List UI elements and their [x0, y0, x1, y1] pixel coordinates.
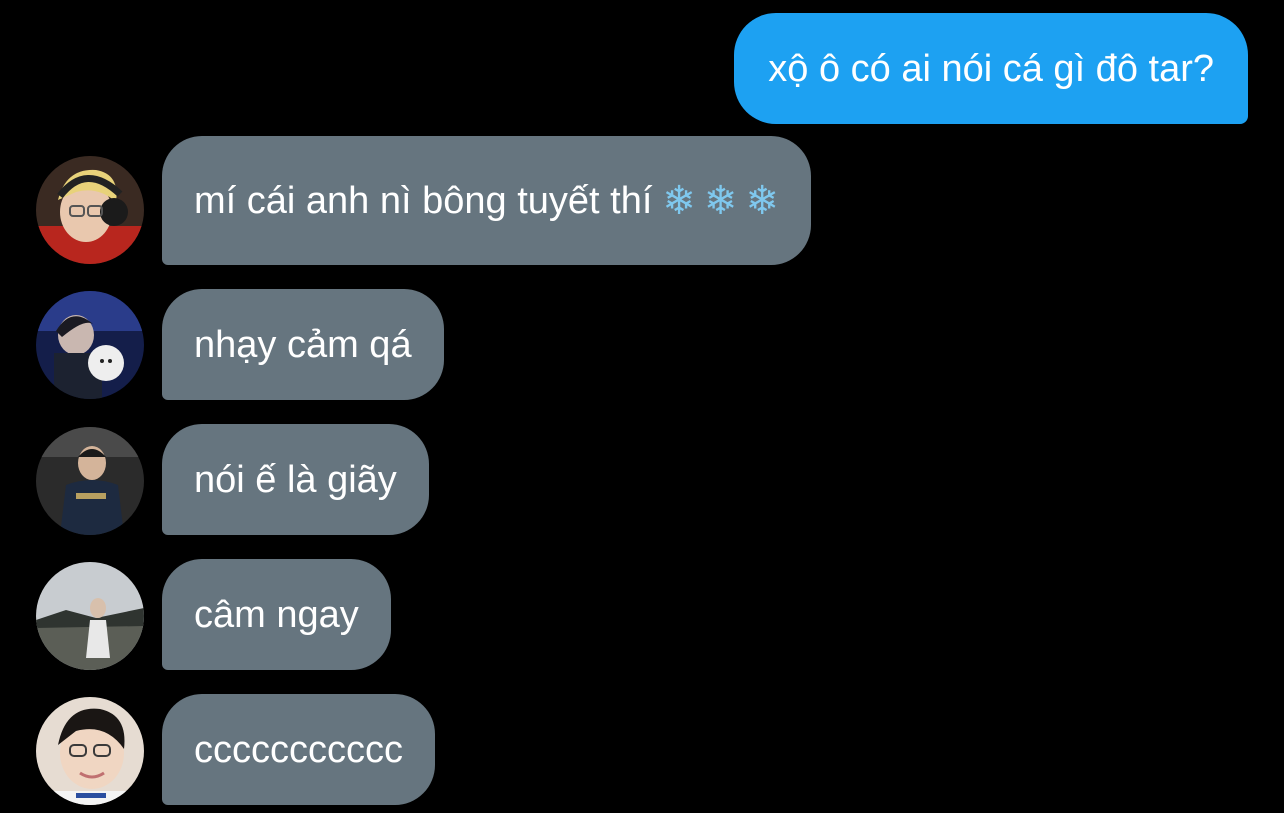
received-message-bubble[interactable]: nhạy cảm qá — [162, 289, 444, 400]
received-message-text: nhạy cảm qá — [194, 323, 412, 366]
received-message-text: nói ế là giãy — [194, 458, 397, 501]
snowflake-emoji-group: ❄ ❄ ❄ — [662, 181, 779, 221]
avatar[interactable] — [36, 427, 144, 535]
received-message-bubble[interactable]: nói ế là giãy — [162, 424, 429, 535]
avatar[interactable] — [36, 697, 144, 805]
received-message-bubble[interactable]: câm ngay — [162, 559, 391, 670]
received-message-bubble[interactable]: mí cái anh nì bông tuyết thí ❄ ❄ ❄ — [162, 136, 811, 265]
received-message-text: câm ngay — [194, 593, 359, 636]
sent-message-bubble[interactable]: xộ ô có ai nói cá gì đô tar? — [734, 13, 1248, 124]
received-message-bubble[interactable]: ccccccccccc — [162, 694, 435, 805]
received-message-text: mí cái anh nì bông tuyết thí — [194, 179, 653, 222]
avatar[interactable] — [36, 562, 144, 670]
avatar[interactable] — [36, 156, 144, 264]
sent-message-text: xộ ô có ai nói cá gì đô tar? — [768, 47, 1214, 90]
avatar[interactable] — [36, 291, 144, 399]
snowflake-icon: ❄ — [662, 177, 696, 224]
snowflake-icon: ❄ — [703, 177, 738, 224]
received-message-text: ccccccccccc — [194, 728, 403, 771]
chat-conversation: xộ ô có ai nói cá gì đô tar? mí cái anh … — [0, 0, 1284, 813]
snowflake-icon: ❄ — [745, 177, 779, 224]
